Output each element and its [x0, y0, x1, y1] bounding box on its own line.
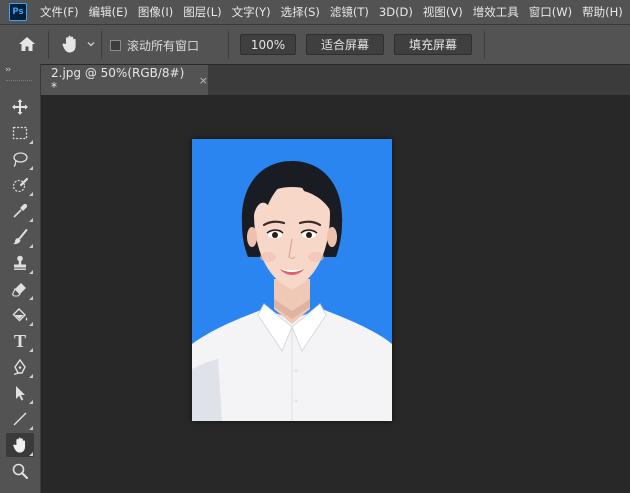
clone-stamp-tool[interactable] — [6, 251, 34, 275]
photoshop-logo[interactable]: Ps — [9, 3, 27, 21]
tool-group-indicator — [29, 374, 33, 378]
tool-group-indicator — [29, 400, 33, 404]
paint-bucket-icon — [12, 308, 28, 322]
menu-view[interactable]: 视图(V) — [418, 4, 468, 20]
menu-plugins[interactable]: 增效工具 — [468, 4, 524, 20]
tool-group-indicator — [29, 270, 33, 274]
collapse-panel-icon[interactable]: ›› — [5, 65, 11, 75]
id-photo[interactable] — [192, 139, 392, 421]
line-icon — [13, 412, 27, 426]
document-tab-title: 2.jpg @ 50%(RGB/8#) * — [51, 66, 185, 94]
fit-screen-button[interactable]: 适合屏幕 — [306, 34, 384, 55]
menu-edit[interactable]: 编辑(E) — [84, 4, 133, 20]
options-separator — [484, 31, 485, 59]
path-selection-tool[interactable] — [6, 381, 34, 405]
menu-3d[interactable]: 3D(D) — [374, 5, 418, 19]
home-icon[interactable] — [18, 36, 36, 52]
options-separator — [101, 31, 102, 59]
paint-bucket-tool[interactable] — [6, 303, 34, 327]
arrow-select-icon — [16, 386, 25, 401]
eyedropper-icon — [13, 203, 28, 218]
zoom-tool[interactable] — [6, 459, 34, 483]
quick-selection-tool[interactable] — [6, 173, 34, 197]
tool-group-indicator — [29, 322, 33, 326]
pen-tool[interactable] — [6, 355, 34, 379]
type-icon: T — [13, 330, 26, 351]
tool-group-indicator — [29, 192, 33, 196]
tool-group-indicator — [29, 452, 33, 456]
scroll-all-windows-label: 滚动所有窗口 — [127, 39, 200, 53]
menu-layer[interactable]: 图层(L) — [178, 4, 226, 20]
brush-tool[interactable] — [6, 225, 34, 249]
hand-icon — [13, 437, 26, 453]
canvas-area[interactable] — [41, 95, 630, 493]
tool-group-indicator — [29, 244, 33, 248]
options-separator — [228, 31, 229, 59]
document-tab[interactable]: 2.jpg @ 50%(RGB/8#) * × — [41, 65, 208, 95]
menu-type[interactable]: 文字(Y) — [227, 4, 276, 20]
marquee-tool[interactable] — [6, 121, 34, 145]
menu-select[interactable]: 选择(S) — [276, 4, 325, 20]
menu-bar: Ps 文件(F) 编辑(E) 图像(I) 图层(L) 文字(Y) 选择(S) 滤… — [0, 0, 630, 24]
chevron-down-icon[interactable] — [86, 39, 96, 49]
magnifier-icon — [12, 463, 29, 480]
menu-file[interactable]: 文件(F) — [35, 4, 84, 20]
scroll-all-windows-checkbox[interactable] — [110, 40, 121, 51]
menu-filter[interactable]: 滤镜(T) — [325, 4, 374, 20]
hand-icon[interactable] — [60, 34, 80, 54]
move-icon — [12, 99, 28, 115]
tool-group-indicator — [29, 218, 33, 222]
menu-window[interactable]: 窗口(W) — [524, 4, 577, 20]
stamp-icon — [14, 255, 26, 270]
move-tool[interactable] — [6, 95, 34, 119]
eraser-icon — [11, 283, 26, 297]
eyedropper-tool[interactable] — [6, 199, 34, 223]
pen-icon — [13, 358, 26, 376]
quick-selection-icon — [12, 177, 29, 193]
document-tab-bar: 2.jpg @ 50%(RGB/8#) * × — [41, 64, 630, 95]
rectangle-marquee-icon — [12, 126, 28, 140]
panel-grip[interactable] — [6, 80, 32, 83]
fill-screen-button[interactable]: 填充屏幕 — [394, 34, 472, 55]
eraser-tool[interactable] — [6, 277, 34, 301]
tools-panel: ›› T — [0, 64, 41, 493]
line-tool[interactable] — [6, 407, 34, 431]
portrait-image — [192, 139, 392, 421]
tool-group-indicator — [29, 166, 33, 170]
zoom-100-button[interactable]: 100% — [240, 34, 296, 55]
options-bar: 滚动所有窗口 100% 适合屏幕 填充屏幕 — [0, 24, 630, 64]
tool-group-indicator — [29, 140, 33, 144]
brush-icon — [13, 229, 28, 245]
tool-group-indicator — [29, 426, 33, 430]
scroll-all-windows-option[interactable]: 滚动所有窗口 — [110, 37, 199, 54]
lasso-icon — [13, 152, 28, 168]
tool-group-indicator — [29, 348, 33, 352]
tool-group-indicator — [29, 296, 33, 300]
menu-image[interactable]: 图像(I) — [133, 4, 178, 20]
close-icon[interactable]: × — [199, 74, 208, 87]
lasso-tool[interactable] — [6, 147, 34, 171]
options-separator — [48, 31, 49, 59]
hand-tool[interactable] — [6, 433, 34, 457]
type-tool[interactable]: T — [6, 329, 34, 353]
menu-help[interactable]: 帮助(H) — [577, 4, 628, 20]
